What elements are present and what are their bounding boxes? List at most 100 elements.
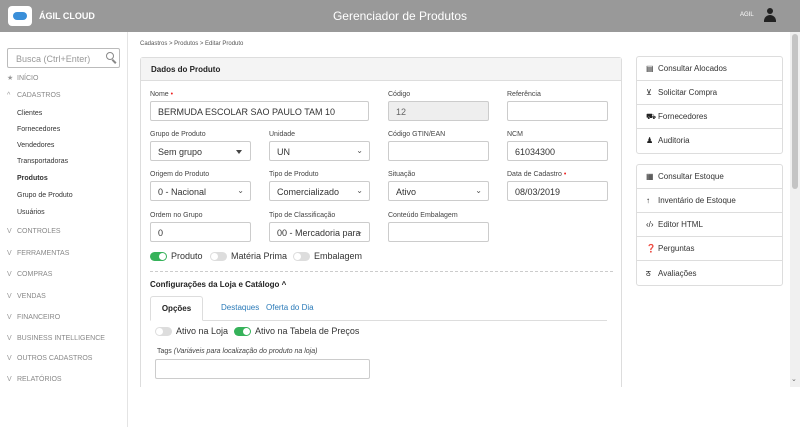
thumbs-up-icon: ठ — [646, 269, 651, 278]
sidebar-item-bi[interactable]: v BUSINESS INTELLIGENCE — [7, 335, 105, 342]
ordem-field[interactable]: 0 — [150, 222, 251, 242]
materia-prima-toggle[interactable] — [210, 252, 227, 261]
sidebar-item-usuarios[interactable]: Usuários — [17, 209, 45, 216]
tags-field[interactable] — [155, 359, 370, 379]
code-icon: ‹/› — [646, 220, 654, 229]
ativo-tabela-precos-toggle[interactable] — [234, 327, 251, 336]
chevron-down-icon: ⌄ — [475, 186, 482, 195]
search-icon[interactable] — [106, 52, 117, 64]
perguntas-link[interactable]: ❓ Perguntas — [637, 237, 782, 261]
chevron-down-icon: ⌄ — [356, 227, 363, 236]
sidebar-item-transportadoras[interactable]: Transportadoras — [17, 158, 68, 165]
unidade-label: Unidade — [269, 131, 296, 138]
sidebar-item-financeiro[interactable]: v FINANCEIRO — [7, 314, 60, 321]
chevron-down-icon: v — [7, 314, 12, 321]
avaliacoes-link[interactable]: ठ Avaliações — [637, 261, 782, 285]
embalagem-toggle[interactable] — [293, 252, 310, 261]
sidebar-item-ferramentas[interactable]: v FERRAMENTAS — [7, 250, 69, 257]
sidebar-item-vendas[interactable]: v VENDAS — [7, 293, 46, 300]
sidebar-item-inicio[interactable]: ★ INÍCIO — [7, 74, 38, 82]
cart-icon: ⊻ — [646, 88, 652, 97]
star-icon: ★ — [7, 75, 14, 82]
inventario-estoque-link[interactable]: ↑ Inventário de Estoque — [637, 189, 782, 213]
sidebar-item-clientes[interactable]: Clientes — [17, 110, 42, 117]
grupo-label: Grupo de Produto — [150, 131, 206, 138]
sidebar-item-cadastros[interactable]: ^ CADASTROS — [7, 92, 61, 99]
tags-hint: (Variáveis para localização do produto n… — [173, 348, 318, 355]
situacao-label: Situação — [388, 171, 416, 178]
scrollbar-thumb[interactable] — [792, 34, 798, 189]
chevron-down-icon: v — [7, 376, 12, 383]
chevron-down-icon: v — [7, 335, 12, 342]
produto-toggle[interactable] — [150, 252, 167, 261]
sidebar-item-grupo-produto[interactable]: Grupo de Produto — [17, 192, 73, 199]
ativo-loja-toggle[interactable] — [155, 327, 172, 336]
referencia-field[interactable] — [507, 101, 608, 121]
gtin-label: Código GTIN/EAN — [388, 131, 446, 138]
editor-html-link[interactable]: ‹/› Editor HTML — [637, 213, 782, 237]
question-circle-icon: ❓ — [646, 244, 656, 253]
ordem-label: Ordem no Grupo — [150, 212, 203, 219]
classificacao-select[interactable]: 00 - Mercadoria para ⌄ — [269, 222, 370, 242]
embalagem-toggle-label: Embalagem — [314, 251, 363, 261]
ativo-tabela-precos-label: Ativo na Tabela de Preços — [255, 326, 360, 336]
codigo-field: 12 — [388, 101, 489, 121]
ncm-label: NCM — [507, 131, 523, 138]
embalagem-field[interactable] — [388, 222, 489, 242]
breadcrumb[interactable]: Cadastros > Produtos > Editar Produto — [140, 41, 243, 47]
consultar-estoque-link[interactable]: ▦ Consultar Estoque — [637, 165, 782, 189]
origem-label: Origem do Produto — [150, 171, 210, 178]
actions-menu-2: ▦ Consultar Estoque ↑ Inventário de Estoqu… — [636, 164, 783, 286]
scroll-down-icon[interactable]: ⌄ — [791, 375, 797, 383]
sidebar-item-produtos[interactable]: Produtos — [17, 175, 48, 182]
divider — [150, 271, 613, 272]
ativo-loja-label: Ativo na Loja — [176, 326, 229, 336]
panel-title: Dados do Produto — [151, 65, 221, 74]
sidebar-item-controles[interactable]: v CONTROLES — [7, 228, 61, 235]
tab-oferta-do-dia[interactable]: Oferta do Dia — [266, 303, 314, 312]
user-icon[interactable] — [764, 8, 776, 22]
search-input[interactable]: Busca (Ctrl+Enter) — [7, 48, 120, 68]
arrow-up-icon: ↑ — [646, 196, 650, 205]
user-name[interactable]: AGIL — [740, 12, 754, 18]
tipo-select[interactable]: Comercializado ⌄ — [269, 181, 370, 201]
sidebar-item-fornecedores[interactable]: Fornecedores — [17, 126, 60, 133]
tab-destaques[interactable]: Destaques — [221, 303, 259, 312]
chevron-down-icon: v — [7, 271, 12, 278]
tipo-label: Tipo de Produto — [269, 171, 319, 178]
top-bar: ÁGIL CLOUD Gerenciador de Produtos AGIL — [0, 0, 800, 32]
chevron-down-icon: v — [7, 228, 12, 235]
gtin-field[interactable] — [388, 141, 489, 161]
sidebar-item-compras[interactable]: v COMPRAS — [7, 271, 52, 278]
chevron-down-icon: ⌄ — [356, 146, 363, 155]
grupo-select[interactable]: Sem grupo — [150, 141, 251, 161]
chevron-down-icon: ⌄ — [237, 186, 244, 195]
data-cadastro-field[interactable]: 08/03/2019 — [507, 181, 608, 201]
sidebar-item-relatorios[interactable]: v RELATÓRIOS — [7, 376, 62, 383]
situacao-select[interactable]: Ativo ⌄ — [388, 181, 489, 201]
tab-opcoes[interactable]: Opções — [150, 296, 203, 321]
page-scrollbar[interactable]: ⌄ — [790, 32, 800, 387]
chevron-down-icon: v — [7, 293, 12, 300]
loja-section-title[interactable]: Configurações da Loja e Catálogo ^ — [150, 280, 286, 289]
referencia-label: Referência — [507, 91, 541, 98]
unidade-select[interactable]: UN ⌄ — [269, 141, 370, 161]
produto-toggle-label: Produto — [171, 251, 203, 261]
chevron-down-icon: ⌄ — [356, 186, 363, 195]
sidebar-item-outros-cadastros[interactable]: v OUTROS CADASTROS — [7, 355, 92, 362]
consultar-alocados-link[interactable]: ▤ Consultar Alocados — [637, 57, 782, 81]
caret-down-icon — [236, 150, 242, 154]
data-cadastro-label: Data de Cadastro • — [507, 171, 567, 178]
fornecedores-link[interactable]: ⛟ Fornecedores — [637, 105, 782, 129]
solicitar-compra-link[interactable]: ⊻ Solicitar Compra — [637, 81, 782, 105]
page-title: Gerenciador de Produtos — [332, 9, 468, 23]
origem-select[interactable]: 0 - Nacional ⌄ — [150, 181, 251, 201]
auditoria-link[interactable]: ♟ Auditoria — [637, 129, 782, 153]
sidebar-item-vendedores[interactable]: Vendedores — [17, 142, 54, 149]
nome-field[interactable]: BERMUDA ESCOLAR SAO PAULO TAM 10 — [150, 101, 369, 121]
ncm-field[interactable]: 61034300 — [507, 141, 608, 161]
user-plus-icon: ♟ — [646, 136, 654, 145]
boxes-icon: ▦ — [646, 172, 654, 181]
classificacao-label: Tipo de Classificação — [269, 212, 336, 219]
truck-icon: ⛟ — [646, 112, 657, 121]
